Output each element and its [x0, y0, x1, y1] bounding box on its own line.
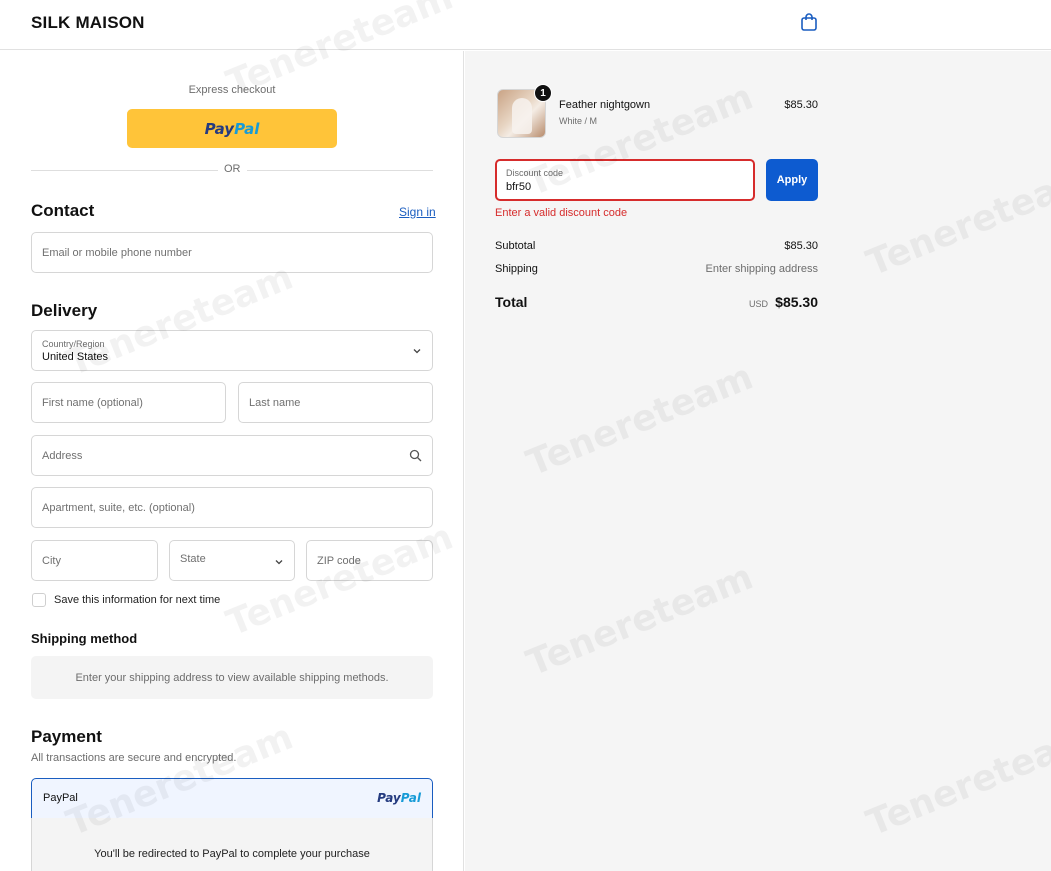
total-value: $85.30: [775, 294, 818, 310]
paypal-logo: PayPal: [204, 119, 260, 138]
shipping-value: Enter shipping address: [705, 263, 818, 275]
email-placeholder: Email or mobile phone number: [42, 246, 192, 259]
paypal-redirect-panel: You'll be redirected to PayPal to comple…: [31, 818, 433, 871]
apartment-placeholder: Apartment, suite, etc. (optional): [42, 501, 195, 514]
first-name-field[interactable]: First name (optional): [31, 382, 226, 423]
payment-subtitle: All transactions are secure and encrypte…: [31, 752, 237, 764]
payment-heading: Payment: [31, 727, 102, 746]
product-variant: White / M: [559, 116, 598, 126]
city-placeholder: City: [42, 554, 61, 567]
first-name-placeholder: First name (optional): [42, 396, 143, 409]
express-checkout-label: Express checkout: [188, 84, 276, 96]
discount-code-value: bfr50: [506, 181, 532, 193]
last-name-field[interactable]: Last name: [238, 382, 433, 423]
apply-discount-button[interactable]: Apply: [766, 159, 818, 201]
delivery-heading: Delivery: [31, 301, 98, 320]
header: SILK MAISON: [0, 0, 1051, 50]
product-name: Feather nightgown: [559, 99, 651, 111]
shipping-label: Shipping: [495, 263, 538, 275]
address-placeholder: Address: [42, 449, 83, 462]
contact-heading: Contact: [31, 201, 95, 220]
discount-code-field[interactable]: Discount code bfr50: [495, 159, 755, 201]
paypal-express-button[interactable]: PayPal: [127, 109, 337, 148]
search-icon: [409, 449, 422, 462]
country-label: Country/Region: [42, 339, 105, 349]
save-info-checkbox[interactable]: [32, 593, 46, 607]
last-name-placeholder: Last name: [249, 396, 301, 409]
sign-in-link[interactable]: Sign in: [399, 205, 436, 219]
shipping-method-message: Enter your shipping address to view avai…: [75, 671, 389, 684]
shopping-bag-icon[interactable]: [800, 12, 818, 32]
product-price: $85.30: [784, 99, 818, 111]
total-label: Total: [495, 294, 528, 310]
paypal-redirect-text: You'll be redirected to PayPal to comple…: [94, 848, 370, 860]
save-info-label: Save this information for next time: [54, 594, 221, 606]
payment-option-paypal[interactable]: PayPal PayPal: [31, 778, 433, 819]
shipping-method-heading: Shipping method: [31, 631, 138, 646]
zip-placeholder: ZIP code: [317, 554, 361, 567]
quantity-badge: 1: [534, 84, 552, 102]
shipping-method-placeholder: Enter your shipping address to view avai…: [31, 656, 433, 699]
payment-option-label: PayPal: [43, 792, 78, 804]
subtotal-label: Subtotal: [495, 240, 536, 252]
subtotal-value: $85.30: [784, 240, 818, 252]
discount-code-label: Discount code: [506, 168, 564, 178]
country-value: United States: [42, 351, 109, 363]
email-field[interactable]: Email or mobile phone number: [31, 232, 433, 273]
or-separator: OR: [218, 163, 247, 175]
country-select[interactable]: Country/Region United States: [31, 330, 433, 371]
state-placeholder: State: [180, 553, 206, 565]
chevron-down-icon: [413, 349, 421, 354]
state-select[interactable]: State: [169, 540, 295, 581]
total-currency: USD: [748, 299, 768, 309]
paypal-logo: PayPal: [377, 791, 421, 805]
apartment-field[interactable]: Apartment, suite, etc. (optional): [31, 487, 433, 528]
discount-error-message: Enter a valid discount code: [495, 207, 628, 219]
checkout-form: Express checkout PayPal OR Contact Sign …: [0, 51, 464, 871]
store-logo[interactable]: SILK MAISON: [31, 13, 145, 33]
city-field[interactable]: City: [31, 540, 158, 581]
address-field[interactable]: Address: [31, 435, 433, 476]
zip-field[interactable]: ZIP code: [306, 540, 433, 581]
order-summary: 1 Feather nightgown White / M $85.30 Dis…: [465, 51, 1051, 871]
chevron-down-icon: [275, 560, 283, 565]
